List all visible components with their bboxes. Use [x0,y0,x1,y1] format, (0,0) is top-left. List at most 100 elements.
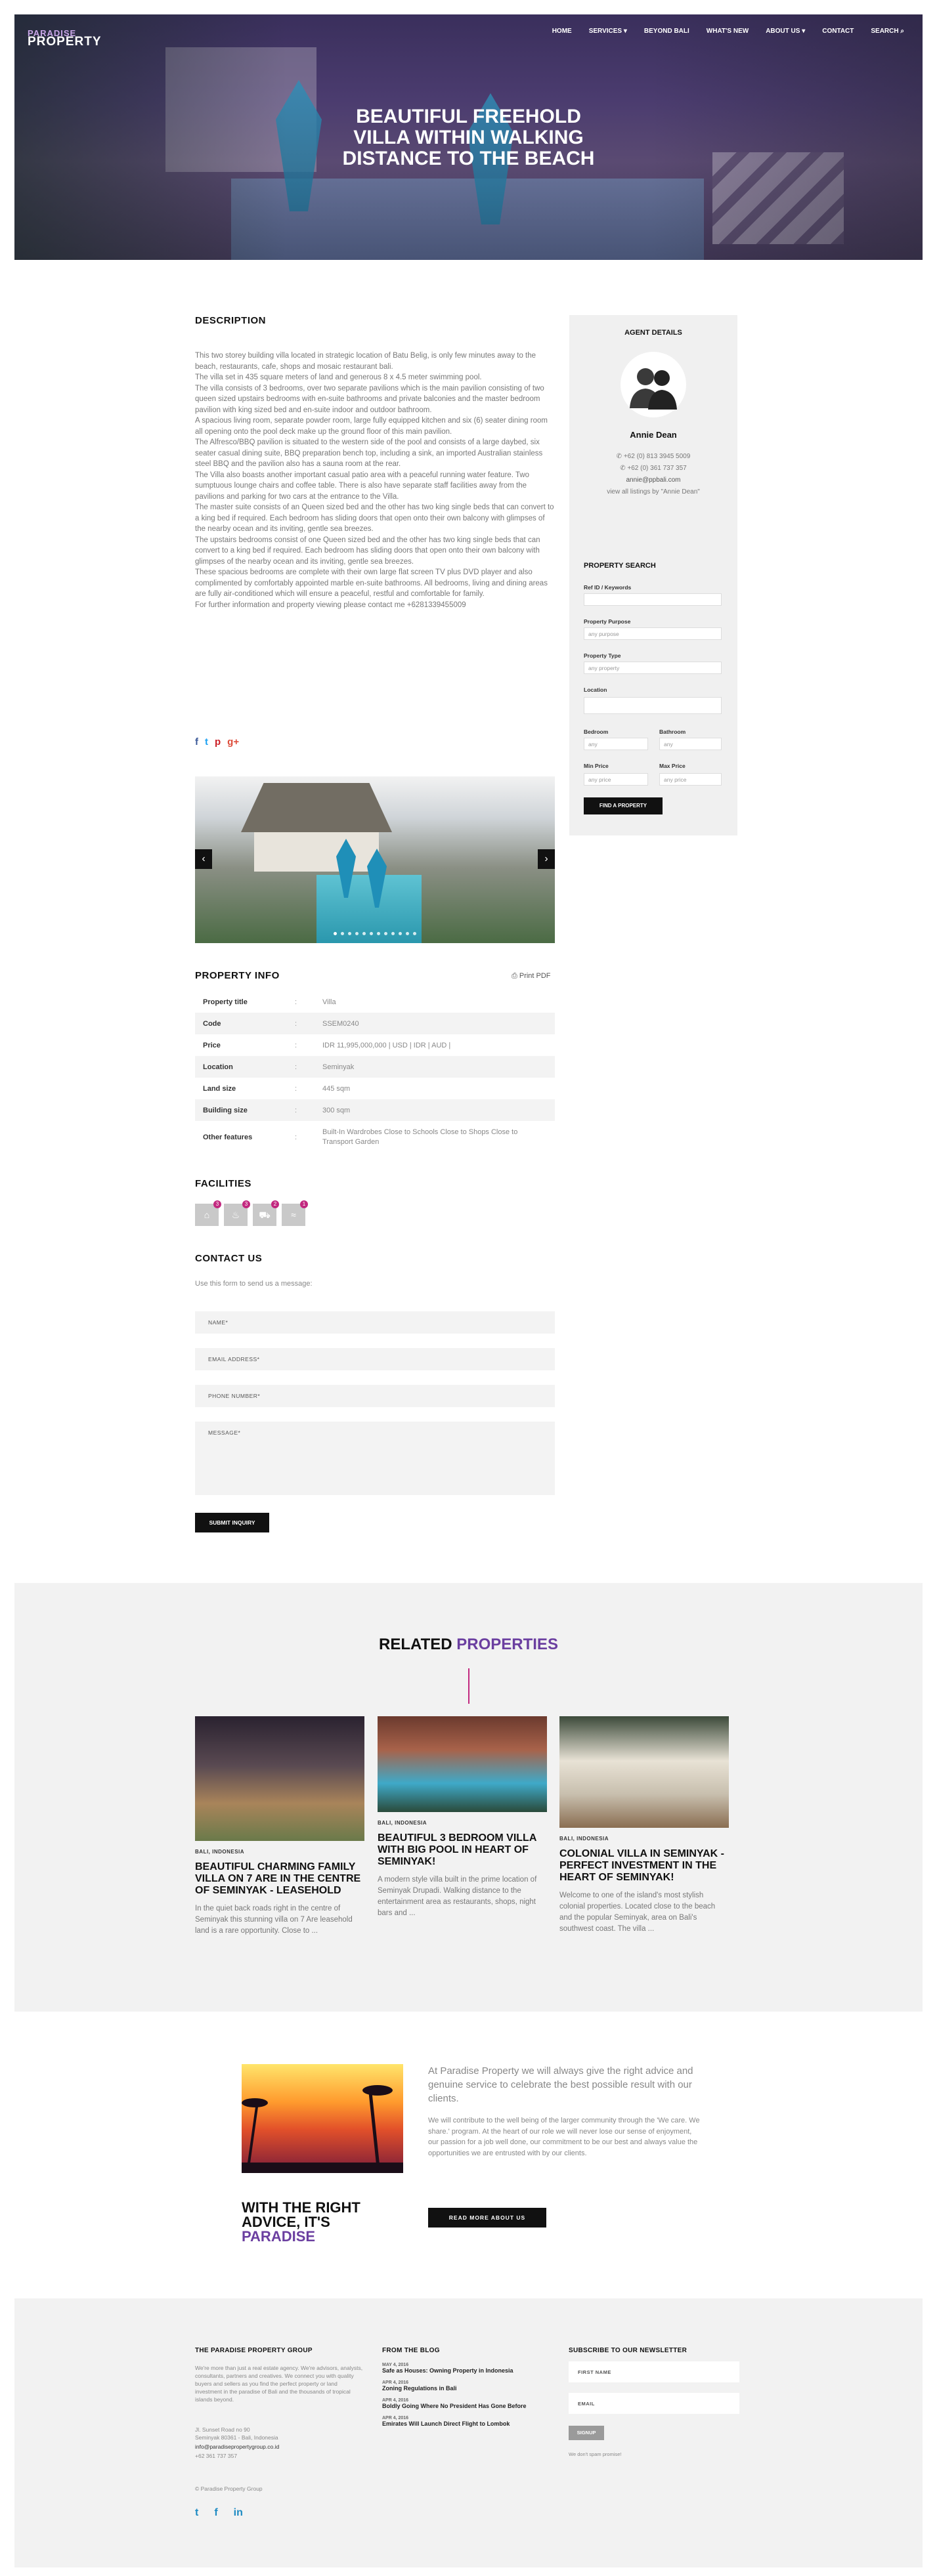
bathroom-select[interactable]: any [659,738,722,750]
email-field[interactable]: EMAIL ADDRESS* [195,1348,555,1370]
slider-dot[interactable] [355,932,359,935]
row-key: Price [203,1041,221,1049]
agent-listings-link[interactable]: view all listings by "Annie Dean" [569,488,737,496]
card-title[interactable]: COLONIAL VILLA IN SEMINYAK - PERFECT INV… [559,1848,729,1884]
footer-group-text: We're more than just a real estate agenc… [195,2365,363,2403]
logo-line2: PROPERTY [28,35,102,49]
card-image[interactable] [559,1716,729,1828]
slider-prev-button[interactable]: ‹ [195,849,212,869]
blog-link[interactable]: Safe as Houses: Owning Property in Indon… [382,2367,540,2374]
twitter-icon[interactable]: t [205,736,208,748]
related-heading-accent: PROPERTIES [456,1636,558,1653]
linkedin-icon[interactable]: in [234,2507,243,2519]
slider-dot[interactable] [370,932,373,935]
message-field[interactable]: MESSAGE* [195,1422,555,1495]
slider-dot[interactable] [413,932,416,935]
row-colon: : [295,1041,297,1049]
name-field[interactable]: NAME* [195,1311,555,1334]
footer-address-1: Jl. Sunset Road no 90 [195,2426,250,2433]
agent-details-title: AGENT DETAILS [624,329,682,337]
card-title[interactable]: BEAUTIFUL 3 BEDROOM VILLA WITH BIG POOL … [378,1832,547,1868]
slider-next-button[interactable]: › [538,849,555,869]
table-row: Price: IDR 11,995,000,000 | USD | IDR | A… [195,1034,555,1056]
newsletter-email-input[interactable]: EMAIL [569,2393,739,2414]
read-more-button[interactable]: READ MORE ABOUT US [428,2208,546,2228]
property-card[interactable]: BALI, INDONESIA BEAUTIFUL 3 BEDROOM VILL… [378,1716,547,1917]
nav-contact[interactable]: CONTACT [822,28,854,35]
card-description: In the quiet back roads right in the cen… [195,1905,353,1935]
agent-email[interactable]: annie@ppbali.com [569,476,737,484]
nav-about[interactable]: ABOUT US ▾ [766,28,805,35]
blog-date: APR 4, 2016 [382,2398,409,2403]
ground [242,2163,403,2173]
slider-dot[interactable] [391,932,395,935]
location-input[interactable] [584,697,722,714]
google-plus-icon[interactable]: g+ [227,736,239,748]
slider-dot[interactable] [341,932,344,935]
print-pdf-link[interactable]: ⎙ Print PDF [512,972,551,981]
ref-input[interactable] [584,593,722,606]
photo-slider[interactable]: ‹ › [195,776,555,943]
row-key: Code [203,1019,221,1028]
nav-home[interactable]: HOME [552,28,572,35]
row-colon: : [295,1084,297,1093]
nav-services[interactable]: SERVICES ▾ [589,28,627,35]
bath-icon: ♨ 3 [224,1200,250,1226]
desc-paragraph: These spacious bedrooms are complete wit… [195,568,548,598]
first-name-input[interactable]: FIRST NAME [569,2361,739,2382]
bed-icon: ⌂ 3 [195,1200,221,1226]
blog-link[interactable]: Boldly Going Where No President Has Gone… [382,2403,540,2409]
slider-dot[interactable] [377,932,380,935]
agent-details-box: AGENT DETAILS Annie Dean ✆ +62 (0) 813 3… [569,315,737,581]
nav-whats-new[interactable]: WHAT'S NEW [707,28,749,35]
slider-dot[interactable] [399,932,402,935]
card-title[interactable]: BEAUTIFUL CHARMING FAMILY VILLA ON 7 ARE… [195,1861,364,1897]
share-links: f t p g+ [195,736,239,748]
row-value: Built-In Wardrobes Close to Schools Clos… [322,1128,518,1146]
signup-button[interactable]: SIGNUP [569,2426,604,2440]
footer-email[interactable]: info@paradisepropertygroup.co.id [195,2443,279,2451]
blog-date: APR 4, 2016 [382,2380,409,2385]
card-image[interactable] [378,1716,547,1812]
nav-beyond-bali[interactable]: BEYOND BALI [644,28,689,35]
slider-dot[interactable] [334,932,337,935]
facility-glyph: ≈ [291,1210,296,1220]
card-image[interactable] [195,1716,364,1841]
purpose-select[interactable]: any purpose [584,627,722,640]
facilities-heading: FACILITIES [195,1178,251,1189]
property-card[interactable]: BALI, INDONESIA BEAUTIFUL CHARMING FAMIL… [195,1716,364,1937]
property-card[interactable]: BALI, INDONESIA COLONIAL VILLA IN SEMINY… [559,1716,729,1935]
twitter-icon[interactable]: t [195,2507,198,2519]
max-price-select[interactable]: any price [659,773,722,786]
slider-dot[interactable] [406,932,409,935]
blog-link[interactable]: Emirates Will Launch Direct Flight to Lo… [382,2420,540,2427]
pinterest-icon[interactable]: p [215,736,221,748]
table-row: Building size: 300 sqm [195,1099,555,1121]
type-select[interactable]: any property [584,662,722,674]
agent-phone-1[interactable]: ✆ +62 (0) 813 3945 5009 [569,453,737,460]
phone-field[interactable]: PHONE NUMBER* [195,1385,555,1407]
find-property-button[interactable]: FIND A PROPERTY [584,797,663,814]
nav-search[interactable]: SEARCH ⌕ [871,28,904,35]
card-description: A modern style villa built in the prime … [378,1876,537,1917]
blog-link[interactable]: Zoning Regulations in Bali [382,2385,540,2392]
submit-inquiry-button[interactable]: SUBMIT INQUIRY [195,1513,269,1532]
slider-dot[interactable] [362,932,366,935]
about-heading-line: WITH THE RIGHT [242,2199,360,2216]
agent-phone-2[interactable]: ✆ +62 (0) 361 737 357 [569,465,737,472]
site-logo[interactable]: PARADISE PROPERTY [28,29,102,49]
bedroom-select[interactable]: any [584,738,648,750]
footer-socials: t f in [195,2507,243,2519]
facebook-icon[interactable]: f [214,2507,217,2519]
slider-dot[interactable] [384,932,387,935]
desc-paragraph: The villa set in 435 square meters of la… [195,373,482,381]
footer-phone: +62 361 737 357 [195,2453,238,2459]
row-value: 445 sqm [322,1084,351,1093]
description-text: This two storey building villa located i… [195,350,555,610]
min-price-select[interactable]: any price [584,773,648,786]
row-value: Seminyak [322,1063,355,1071]
facebook-icon[interactable]: f [195,736,198,748]
nav-search-label: SEARCH [871,28,899,35]
slider-dot[interactable] [348,932,351,935]
min-price-label: Min Price [584,763,609,769]
